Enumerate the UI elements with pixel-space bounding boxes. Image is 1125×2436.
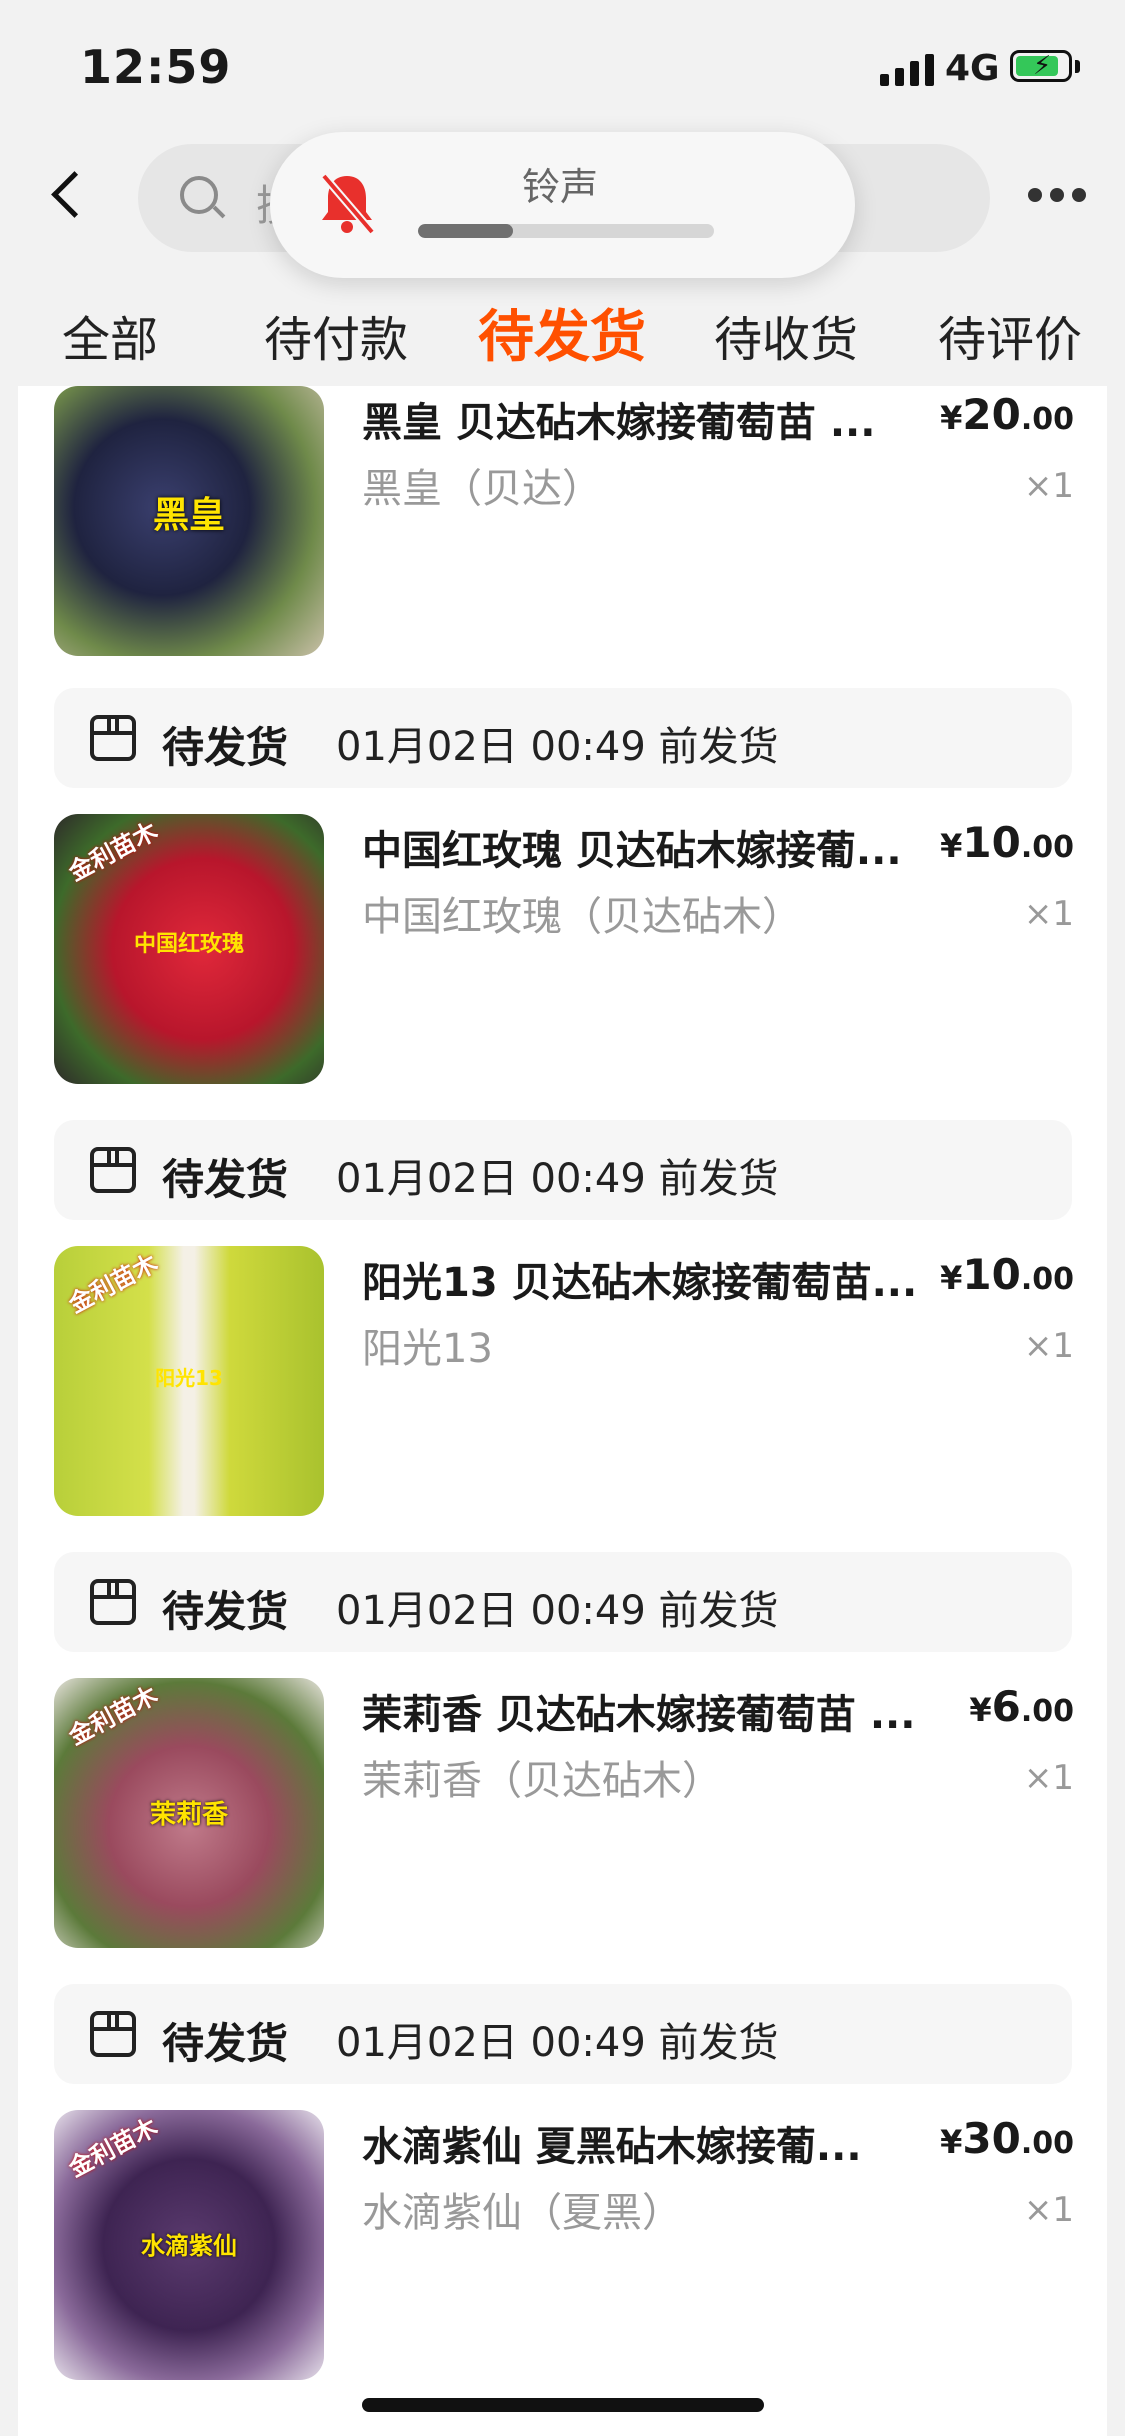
shipping-status: 待发货 [162,1155,289,1204]
signal-strength-icon [880,52,934,86]
status-bar: 12:59 4G ⚡ [0,0,1125,140]
home-indicator [362,2398,764,2412]
tab-pending-shipment[interactable]: 待发货 [478,292,646,373]
ringer-label: 铃声 [522,165,599,209]
order-item[interactable]: 金利苗木 中国红玫瑰 中国红玫瑰 贝达砧木嫁接葡... 中国红玫瑰（贝达砧木） … [54,814,1074,1084]
shipping-deadline: 01月02日 00:49 前发货 [336,2020,779,2066]
product-price: ¥30.00 [940,2114,1074,2163]
order-list: 黑皇 黑皇 贝达砧木嫁接葡萄苗 ... 黑皇（贝达） ¥20.00 ×1 待发货… [18,386,1107,2436]
tab-all[interactable]: 全部 [62,300,158,370]
shipping-status-row: 待发货 01月02日 00:49 前发货 [54,1120,1072,1220]
product-quantity: ×1 [1023,466,1074,506]
product-sku: 黑皇（贝达） [362,466,602,512]
battery-cap [1075,60,1080,73]
order-item[interactable]: 金利苗木 阳光13 阳光13 贝达砧木嫁接葡萄苗... 阳光13 ¥10.00 … [54,1246,1074,1516]
product-sku: 中国红玫瑰（贝达砧木） [362,894,802,940]
status-time: 12:59 [80,40,232,94]
ringer-hud: 铃声 [270,132,855,278]
tab-pending-receipt[interactable]: 待收货 [714,300,858,370]
battery-icon: ⚡ [1010,50,1072,82]
product-quantity: ×1 [1023,1758,1074,1798]
search-icon [180,176,218,214]
network-type: 4G [945,48,1000,89]
product-image[interactable]: 金利苗木 阳光13 [54,1246,324,1516]
product-price: ¥6.00 [969,1682,1074,1731]
product-sku: 水滴紫仙（夏黑） [362,2190,682,2236]
order-tabs: 全部 待付款 待发货 待收货 待评价 [0,290,1125,386]
product-price: ¥10.00 [940,818,1074,867]
product-sku: 阳光13 [362,1326,493,1372]
shipping-deadline: 01月02日 00:49 前发货 [336,1156,779,1202]
product-title: 阳光13 贝达砧木嫁接葡萄苗... [362,1260,918,1306]
package-icon [90,2011,136,2057]
volume-bar [418,224,714,238]
shipping-status: 待发货 [162,2019,289,2068]
order-item[interactable]: 金利苗木 水滴紫仙 水滴紫仙 夏黑砧木嫁接葡... 水滴紫仙（夏黑） ¥30.0… [54,2110,1074,2380]
shipping-status-row: 待发货 01月02日 00:49 前发货 [54,1552,1072,1652]
product-image[interactable]: 金利苗木 茉莉香 [54,1678,324,1948]
shipping-deadline: 01月02日 00:49 前发货 [336,1588,779,1634]
product-sku: 茉莉香（贝达砧木） [362,1758,722,1804]
product-title: 水滴紫仙 夏黑砧木嫁接葡... [362,2124,862,2170]
bell-muted-icon [320,173,376,235]
package-icon [90,1579,136,1625]
product-image[interactable]: 金利苗木 中国红玫瑰 [54,814,324,1084]
product-price: ¥10.00 [940,1250,1074,1299]
shipping-status: 待发货 [162,1587,289,1636]
product-quantity: ×1 [1023,1326,1074,1366]
product-title: 茉莉香 贝达砧木嫁接葡萄苗 ... [362,1692,916,1738]
back-icon[interactable] [51,171,98,218]
package-icon [90,1147,136,1193]
shipping-status-row: 待发货 01月02日 00:49 前发货 [54,1984,1072,2084]
volume-level [418,224,513,238]
package-icon [90,715,136,761]
product-quantity: ×1 [1023,2190,1074,2230]
product-image[interactable]: 金利苗木 水滴紫仙 [54,2110,324,2380]
product-title: 中国红玫瑰 贝达砧木嫁接葡... [362,828,902,874]
more-icon[interactable] [1028,188,1086,202]
product-image[interactable]: 黑皇 [54,386,324,656]
shipping-status-row: 待发货 01月02日 00:49 前发货 [54,688,1072,788]
product-quantity: ×1 [1023,894,1074,934]
product-title: 黑皇 贝达砧木嫁接葡萄苗 ... [362,400,876,446]
tab-pending-review[interactable]: 待评价 [938,300,1082,370]
order-item[interactable]: 金利苗木 茉莉香 茉莉香 贝达砧木嫁接葡萄苗 ... 茉莉香（贝达砧木） ¥6.… [54,1678,1074,1948]
shipping-deadline: 01月02日 00:49 前发货 [336,724,779,770]
product-price: ¥20.00 [940,390,1074,439]
shipping-status: 待发货 [162,723,289,772]
order-item[interactable]: 黑皇 黑皇 贝达砧木嫁接葡萄苗 ... 黑皇（贝达） ¥20.00 ×1 [54,386,1074,656]
tab-pending-payment[interactable]: 待付款 [264,300,408,370]
